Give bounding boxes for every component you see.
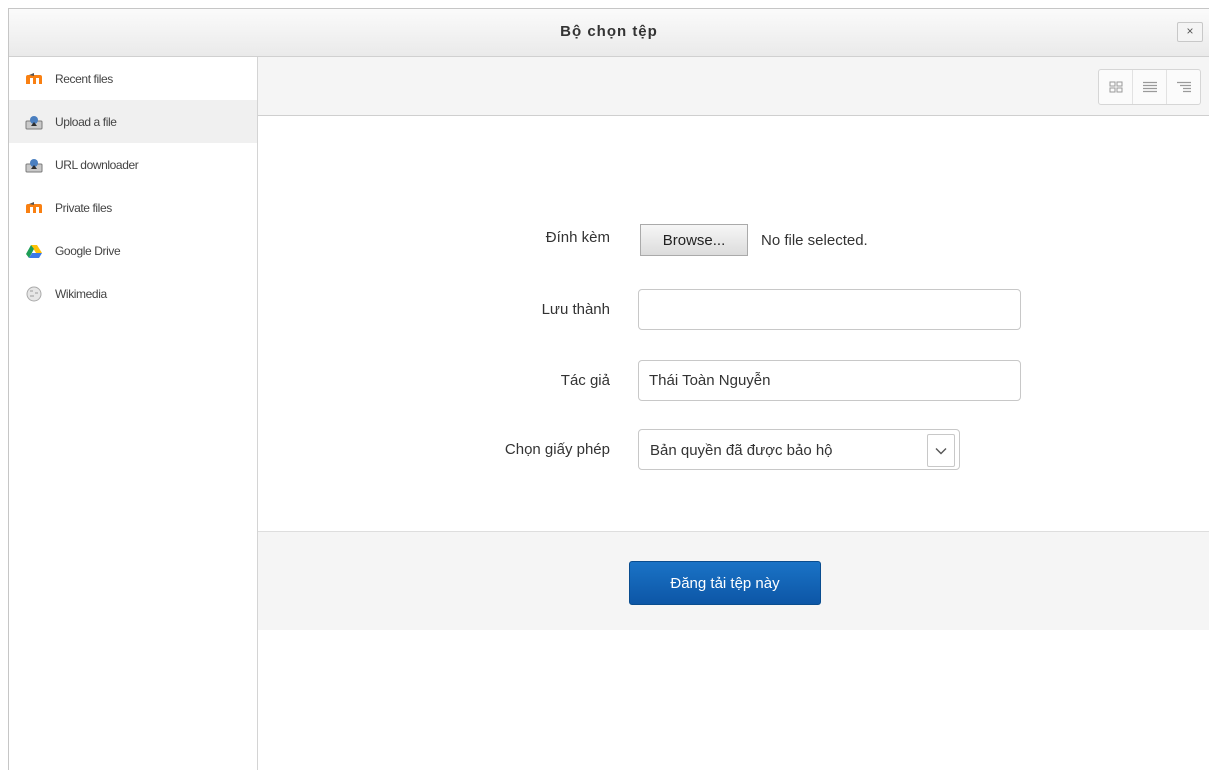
wikimedia-icon (25, 286, 43, 302)
save-as-input[interactable] (638, 289, 1021, 330)
license-select[interactable]: Bản quyền đã được bảo hộ (638, 429, 960, 470)
attachment-row: Đính kèm Browse... No file selected. (258, 216, 1209, 258)
attachment-label: Đính kèm (545, 229, 610, 246)
upload-footer: Đăng tải tệp này (258, 531, 1209, 630)
repository-sidebar: Recent files Upload a file URL downloade… (9, 57, 258, 770)
sidebar-item-label: Private files (55, 200, 112, 215)
tree-view-icon[interactable] (1167, 70, 1200, 104)
browse-button[interactable]: Browse... (640, 224, 748, 256)
icons-view-icon[interactable] (1099, 70, 1133, 104)
sidebar-item-label: Upload a file (55, 114, 117, 129)
close-button[interactable]: × (1177, 22, 1203, 42)
file-picker-toolbar (258, 57, 1209, 116)
save-as-label: Lưu thành (541, 301, 610, 318)
sidebar-item-wikimedia[interactable]: Wikimedia (9, 272, 257, 315)
moodle-icon (25, 71, 43, 87)
sidebar-item-label: URL downloader (55, 157, 139, 172)
file-picker-dialog: Bộ chọn tệp × Recent files Upload a file… (8, 8, 1209, 770)
author-row: Tác giả (258, 359, 1209, 401)
license-row: Chọn giấy phép Bản quyền đã được bảo hộ (258, 428, 1209, 470)
sidebar-item-url-downloader[interactable]: URL downloader (9, 143, 257, 186)
no-file-selected-text: No file selected. (761, 232, 868, 249)
author-input[interactable] (638, 360, 1021, 401)
url-download-icon (25, 157, 43, 173)
sidebar-item-label: Google Drive (55, 243, 121, 258)
sidebar-item-google-drive[interactable]: Google Drive (9, 229, 257, 272)
list-view-icon[interactable] (1133, 70, 1167, 104)
author-label: Tác giả (560, 372, 610, 389)
sidebar-item-recent-files[interactable]: Recent files (9, 57, 257, 100)
license-selected-value: Bản quyền đã được bảo hộ (650, 442, 833, 459)
upload-icon (25, 114, 43, 130)
main-panel: Đính kèm Browse... No file selected. Lưu… (258, 57, 1209, 770)
save-as-row: Lưu thành (258, 288, 1209, 330)
dialog-title: Bộ chọn tệp (560, 23, 658, 40)
sidebar-item-label: Wikimedia (55, 286, 107, 301)
license-label: Chọn giấy phép (504, 441, 610, 458)
sidebar-item-private-files[interactable]: Private files (9, 186, 257, 229)
google-drive-icon (25, 243, 43, 259)
moodle-icon (25, 200, 43, 216)
upload-file-button[interactable]: Đăng tải tệp này (629, 561, 821, 605)
sidebar-item-upload-a-file[interactable]: Upload a file (9, 100, 257, 143)
sidebar-item-label: Recent files (55, 71, 113, 86)
chevron-down-icon[interactable] (927, 434, 955, 467)
view-mode-switcher (1098, 69, 1201, 105)
dialog-titlebar: Bộ chọn tệp × (9, 9, 1209, 57)
